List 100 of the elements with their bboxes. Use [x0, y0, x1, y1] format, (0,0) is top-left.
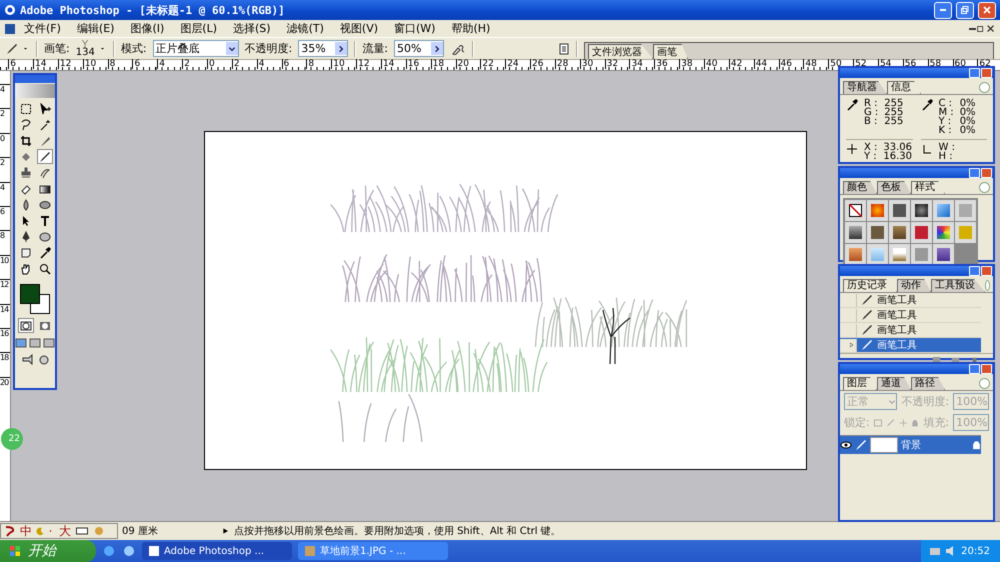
eye-icon [840, 439, 852, 451]
well-tab[interactable]: 文件浏览器 [588, 44, 653, 59]
ruler-number: 34 [629, 59, 643, 69]
menu-item[interactable]: 窗口(W) [386, 21, 444, 36]
ruler-number: 4 [256, 59, 264, 69]
minimize-button[interactable] [969, 68, 980, 78]
well-tab[interactable]: 画笔 [653, 44, 688, 59]
style-swatch[interactable] [867, 244, 888, 265]
style-swatch[interactable] [911, 200, 932, 221]
screen-mode-icon [29, 337, 41, 349]
pen-icon [20, 230, 32, 242]
panel-tab[interactable]: 信息 [887, 81, 921, 94]
panel-tab[interactable]: 工具预设 [931, 279, 985, 292]
ruler-number: 10 [82, 59, 96, 69]
ruler-number: 16 [406, 59, 420, 69]
zoom-icon [38, 262, 50, 274]
panel-tab[interactable]: 色板 [877, 181, 911, 194]
style-swatch[interactable] [933, 244, 954, 265]
dodge-icon [38, 198, 50, 210]
ruler-number: 36 [654, 59, 668, 69]
menu-item[interactable]: 视图(V) [332, 21, 386, 36]
style-swatch[interactable] [911, 222, 932, 243]
close-button[interactable] [981, 266, 992, 276]
panel-tab[interactable]: 样式 [911, 181, 945, 194]
style-swatch[interactable] [889, 222, 910, 243]
ruler-number: 42 [728, 59, 742, 69]
coordinate-label: Y : [864, 152, 878, 161]
menu-item[interactable]: 文件(F) [16, 21, 69, 36]
menu-item[interactable]: 滤镜(T) [278, 21, 332, 36]
panel-tab[interactable]: 历史记录 [843, 279, 897, 292]
panel-menu-icon[interactable] [979, 182, 990, 193]
style-swatch[interactable] [867, 200, 888, 221]
close-button[interactable] [981, 168, 992, 178]
brush-size[interactable]: 134 [76, 48, 95, 58]
style-swatch[interactable] [889, 200, 910, 221]
menu-item[interactable]: 编辑(E) [68, 21, 122, 36]
screen-mode-icon [15, 337, 27, 349]
style-swatch[interactable] [955, 200, 976, 221]
taskbar-button[interactable]: 草地前景1.JPG - ... [298, 542, 448, 560]
mode-select[interactable]: 正片叠底 [152, 40, 239, 57]
close-button[interactable] [981, 364, 992, 374]
ime-width[interactable]: 大 [59, 522, 71, 540]
channel-label: R : [864, 99, 878, 108]
screen-mode-icon [43, 337, 55, 349]
flow-field[interactable]: 50% [394, 40, 444, 57]
restore-button[interactable] [956, 2, 974, 18]
close-button[interactable] [978, 2, 996, 18]
tool-button[interactable] [36, 149, 52, 164]
history-item[interactable]: 画笔工具 [840, 293, 981, 308]
history-item[interactable]: 画笔工具 [840, 338, 981, 353]
menu-item[interactable]: 帮助(H) [443, 21, 498, 36]
minimize-button[interactable] [969, 266, 980, 276]
style-swatch[interactable] [845, 200, 866, 221]
menu-item[interactable]: 图层(L) [172, 21, 226, 36]
ime-logo-icon [4, 525, 16, 537]
panel-tab[interactable]: 导航器 [843, 81, 887, 94]
history-item[interactable]: 画笔工具 [840, 323, 981, 338]
standard-mode-button[interactable] [18, 318, 34, 333]
style-swatch[interactable] [933, 222, 954, 243]
channel-value: 0% [960, 108, 976, 117]
panel-tab[interactable]: 动作 [897, 279, 931, 292]
circle-icon [38, 320, 50, 332]
minimize-button[interactable] [934, 2, 952, 18]
ruler-number: 46 [778, 59, 792, 69]
panel-menu-icon[interactable] [985, 280, 990, 291]
panel-menu-icon[interactable] [979, 378, 990, 389]
app-icon [304, 545, 316, 557]
menu-item[interactable]: 图像(I) [122, 21, 172, 36]
start-button[interactable]: 开始 [0, 540, 96, 562]
ruler-number: 16 [0, 328, 10, 338]
style-swatch[interactable] [911, 244, 932, 265]
ime-mode[interactable]: 中 [20, 522, 32, 540]
move-icon [898, 416, 908, 428]
style-swatch[interactable] [889, 244, 910, 265]
style-swatch[interactable] [955, 222, 976, 243]
minimize-button[interactable] [969, 168, 980, 178]
lasso-icon [20, 118, 32, 130]
style-swatch[interactable] [933, 200, 954, 221]
ellipse-icon [38, 230, 50, 242]
panel-menu-icon[interactable] [979, 82, 990, 93]
eyedropper-icon [846, 99, 858, 111]
taskbar-button[interactable]: Adobe Photoshop ... [142, 542, 292, 560]
history-item[interactable]: 画笔工具 [840, 308, 981, 323]
ruler-number: 4 [157, 59, 166, 69]
airbrush-icon [450, 42, 466, 54]
style-swatch[interactable] [845, 244, 866, 265]
color-swatches-drawing[interactable] [18, 282, 52, 314]
ruler-number: 6 [282, 59, 290, 69]
size-label: W : [938, 143, 955, 152]
minimize-icon [940, 9, 946, 11]
panel-tab[interactable]: 颜色 [843, 181, 877, 194]
stamp-icon [20, 166, 32, 178]
style-swatch[interactable] [867, 222, 888, 243]
minimize-icon [969, 28, 976, 30]
close-button[interactable] [981, 68, 992, 78]
opacity-field[interactable]: 35% [298, 40, 348, 57]
style-swatch[interactable] [845, 222, 866, 243]
lock-icon [972, 439, 981, 451]
minimize-button[interactable] [969, 364, 980, 374]
menu-item[interactable]: 选择(S) [225, 21, 279, 36]
